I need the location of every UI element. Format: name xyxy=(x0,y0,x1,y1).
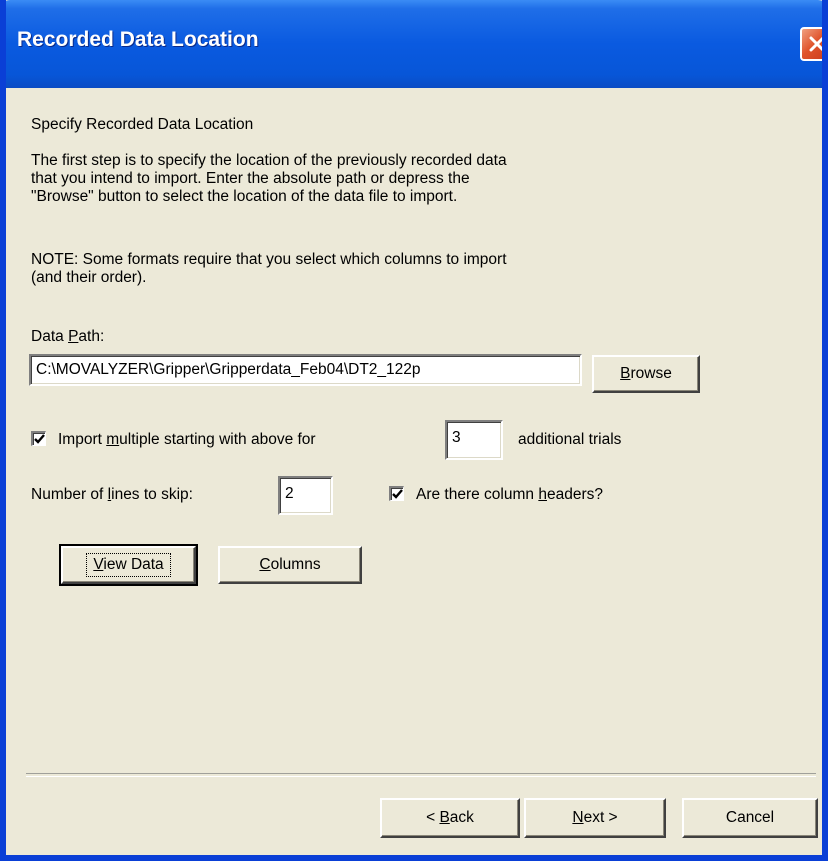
page-description: The first step is to specify the locatio… xyxy=(31,152,507,205)
window-title: Recorded Data Location xyxy=(17,28,259,51)
page-note: NOTE: Some formats require that you sele… xyxy=(31,251,507,286)
next-button-label: Next > xyxy=(572,809,618,826)
import-multiple-checkbox[interactable] xyxy=(31,431,46,446)
back-button[interactable]: < Back xyxy=(380,798,520,838)
data-path-label: Data Path: xyxy=(31,328,105,345)
lines-to-skip-label: Number of lines to skip: xyxy=(31,486,193,503)
view-data-button[interactable]: View Data xyxy=(59,544,198,586)
additional-trials-label: additional trials xyxy=(518,431,622,448)
back-button-label: < Back xyxy=(426,809,474,826)
cancel-button-label: Cancel xyxy=(725,809,775,826)
footer-separator xyxy=(26,773,816,777)
browse-button-label: Browse xyxy=(620,365,672,382)
page-heading: Specify Recorded Data Location xyxy=(31,116,254,133)
dialog-content: Specify Recorded Data Location The first… xyxy=(6,88,822,855)
close-icon xyxy=(808,35,822,53)
close-button[interactable] xyxy=(800,27,822,61)
additional-trials-input[interactable]: 3 xyxy=(445,420,503,460)
column-headers-checkbox[interactable] xyxy=(389,486,404,501)
data-path-input[interactable]: C:\MOVALYZER\Gripper\Gripperdata_Feb04\D… xyxy=(29,354,582,386)
title-bar[interactable]: Recorded Data Location xyxy=(6,0,822,88)
lines-to-skip-input[interactable]: 2 xyxy=(278,476,333,515)
cancel-button[interactable]: Cancel xyxy=(682,798,818,838)
browse-button[interactable]: Browse xyxy=(592,355,700,393)
import-multiple-label: Import multiple starting with above for xyxy=(58,431,316,448)
columns-button-label: Columns xyxy=(259,556,321,573)
column-headers-label: Are there column headers? xyxy=(416,486,603,503)
view-data-button-label: View Data xyxy=(86,553,171,577)
dialog-window: Recorded Data Location Specify Recorded … xyxy=(0,0,828,861)
columns-button[interactable]: Columns xyxy=(218,546,362,584)
next-button[interactable]: Next > xyxy=(524,798,666,838)
